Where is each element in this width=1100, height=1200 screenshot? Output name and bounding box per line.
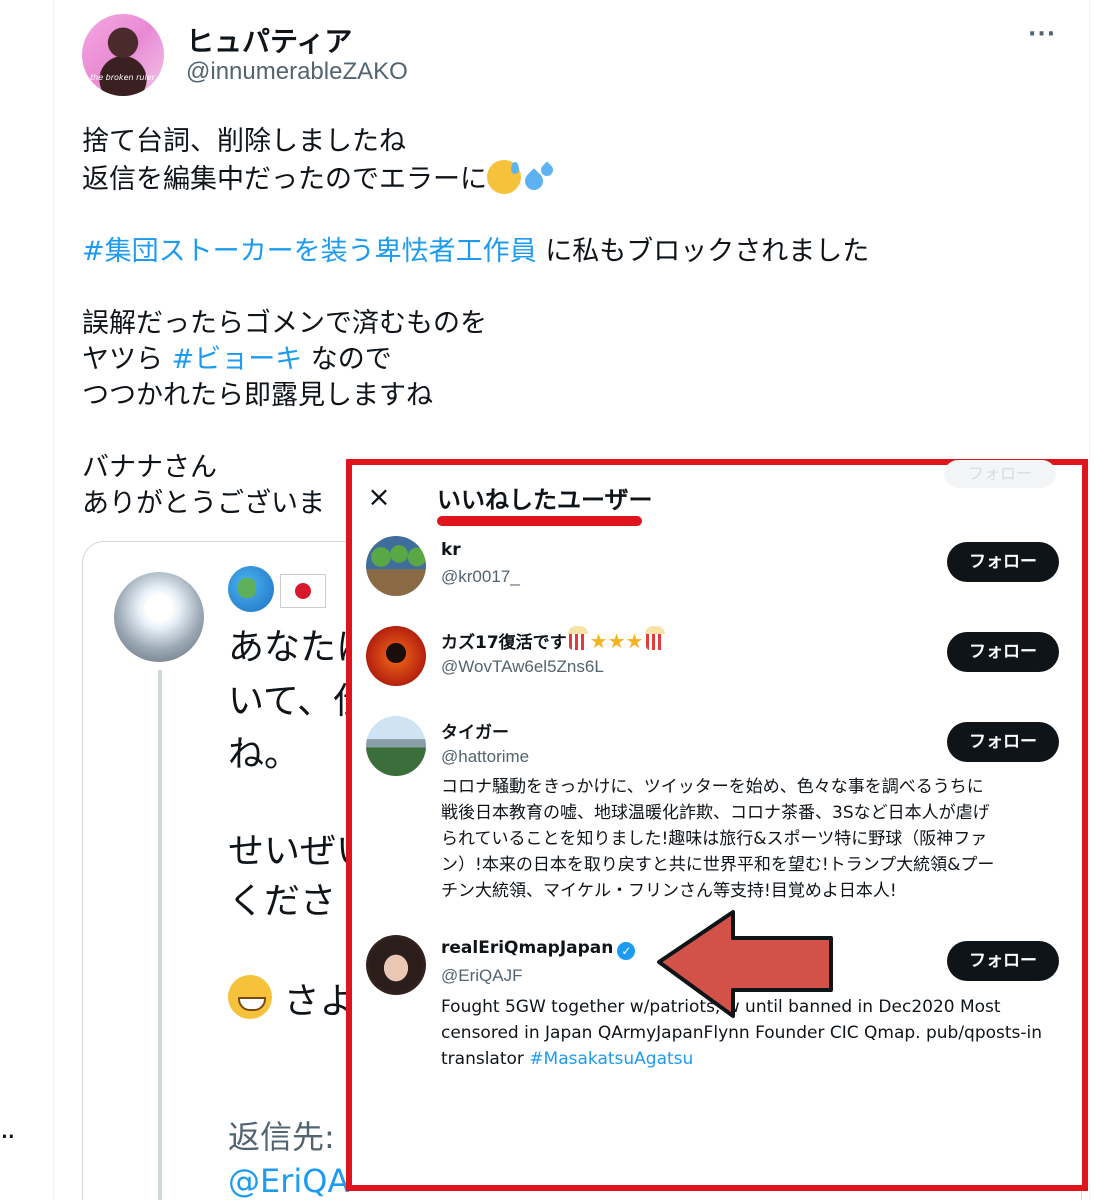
- tweet-line: 誤解だったらゴメンで済むものを: [82, 308, 487, 339]
- globe-icon: [228, 566, 274, 612]
- quoted-name-emojis: [228, 566, 326, 621]
- user-avatar[interactable]: [366, 935, 426, 995]
- quoted-text-line: くださ: [228, 881, 337, 922]
- avatar-caption: the broken ruler: [90, 73, 155, 82]
- author-avatar[interactable]: the broken ruler: [82, 14, 164, 96]
- quoted-avatar[interactable]: [114, 572, 204, 662]
- tweet-line: ヤツら #ビョーキ なので: [82, 344, 392, 375]
- japan-flag-icon: [280, 574, 326, 608]
- reply-mention-link[interactable]: @EriQA: [228, 1162, 349, 1200]
- modal-title: いいねしたユーザー: [437, 486, 653, 514]
- follow-button[interactable]: フォロー: [947, 941, 1059, 981]
- tweet-line: #集団ストーカーを装う卑怯者工作員 に私もブロックされました: [82, 236, 870, 267]
- stars-icon: ★★★: [589, 629, 644, 653]
- user-handle[interactable]: @kr0017_: [441, 567, 520, 587]
- user-avatar[interactable]: [366, 716, 426, 776]
- user-name[interactable]: realEriQmapJapan ✓: [441, 938, 636, 960]
- hashtag-link[interactable]: #集団ストーカーを装う卑怯者工作員: [82, 236, 537, 267]
- tweet-line: 捨て台詞、削除しましたね: [82, 126, 406, 157]
- user-handle[interactable]: @WovTAw6el5Zns6L: [441, 657, 604, 677]
- follow-button[interactable]: フォロー: [947, 542, 1059, 582]
- user-name[interactable]: タイガー: [441, 718, 509, 743]
- user-bio: コロナ騒動をきっかけに、ツイッターを始め、色々な事を調べるうちに 戦後日本教育の…: [441, 777, 995, 901]
- user-handle[interactable]: @hattorime: [441, 747, 529, 767]
- sweat-smile-icon: [487, 160, 521, 194]
- follow-button[interactable]: フォロー: [947, 632, 1059, 672]
- quoted-text-line: ね。: [228, 734, 301, 775]
- more-options-icon[interactable]: ···: [1028, 22, 1056, 47]
- annotation-arrow-icon: [657, 910, 833, 1018]
- popcorn-icon: [645, 626, 666, 650]
- tweet-line: つつかれたら即露見しますね: [82, 380, 433, 411]
- verified-badge-icon: ✓: [617, 942, 636, 960]
- author-name[interactable]: ヒュパティア: [186, 20, 352, 60]
- sweat-droplets-icon: [521, 160, 555, 194]
- tweet-line: 返信を編集中だったのでエラーに: [82, 160, 1062, 198]
- user-name[interactable]: カズ17復活です ★★★: [441, 626, 666, 653]
- background-follow-button: フォロー: [944, 460, 1056, 488]
- user-avatar[interactable]: [366, 536, 426, 596]
- user-avatar[interactable]: [366, 626, 426, 686]
- grin-icon: [228, 975, 272, 1019]
- user-name[interactable]: kr: [441, 540, 461, 560]
- user-handle[interactable]: @EriQAJF: [441, 966, 522, 986]
- popcorn-icon: [567, 626, 588, 650]
- close-icon[interactable]: ×: [367, 480, 391, 514]
- title-highlight-underline: [437, 516, 642, 526]
- hashtag-link[interactable]: #MasakatsuAgatsu: [529, 1049, 693, 1069]
- quoted-text-line: さよ: [228, 972, 355, 1024]
- side-more-icon: ··: [0, 1120, 16, 1153]
- hashtag-link[interactable]: #ビョーキ: [172, 344, 303, 375]
- follow-button[interactable]: フォロー: [947, 722, 1059, 762]
- author-handle[interactable]: @innumerableZAKO: [186, 58, 408, 86]
- thread-line: [158, 670, 162, 1200]
